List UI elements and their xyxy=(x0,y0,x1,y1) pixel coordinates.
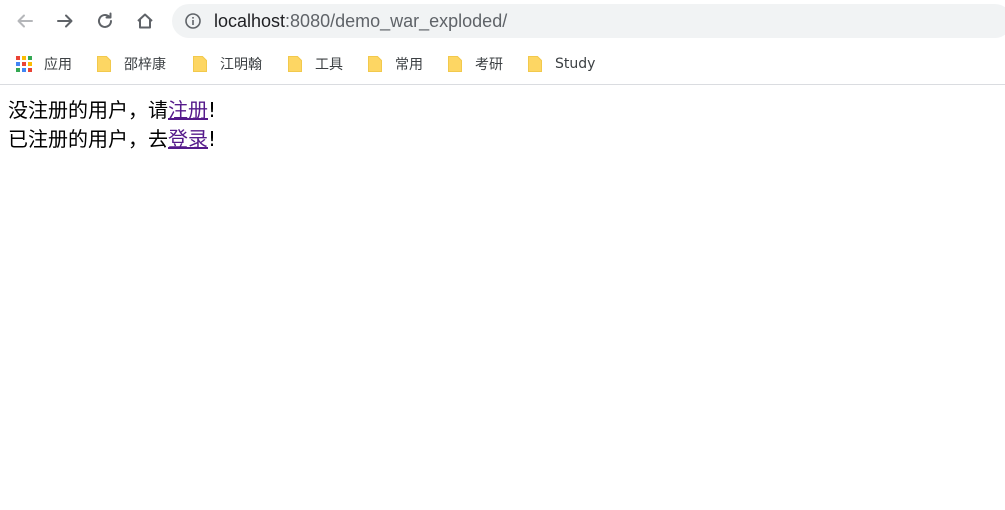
bookmark-folder-5[interactable]: 考研 xyxy=(447,52,503,76)
url-host: localhost xyxy=(214,11,286,31)
home-icon xyxy=(135,11,155,31)
bookmark-folder-4[interactable]: 常用 xyxy=(367,52,423,76)
arrow-left-icon xyxy=(15,11,35,31)
login-prompt-text: 已注册的用户，去 xyxy=(8,127,168,151)
back-button[interactable] xyxy=(10,6,40,36)
login-prompt: 已注册的用户，去登录! xyxy=(8,125,216,154)
url-text[interactable]: localhost:8080/demo_war_exploded/ xyxy=(214,10,507,32)
address-bar[interactable]: localhost:8080/demo_war_exploded/ xyxy=(172,4,1005,38)
login-link[interactable]: 登录 xyxy=(168,127,208,151)
bookmark-label: 江明翰 xyxy=(220,57,262,73)
folder-icon xyxy=(527,55,543,73)
arrow-right-icon xyxy=(55,11,75,31)
reload-button[interactable] xyxy=(90,6,120,36)
register-prompt: 没注册的用户，请注册! xyxy=(8,96,216,125)
register-prompt-suffix: ! xyxy=(208,98,217,122)
bookmark-apps[interactable]: 应用 xyxy=(16,52,72,76)
folder-icon xyxy=(367,55,383,73)
folder-icon xyxy=(287,55,303,73)
bookmark-folder-3[interactable]: 工具 xyxy=(287,52,343,76)
browser-toolbar: localhost:8080/demo_war_exploded/ xyxy=(0,0,1005,44)
bookmark-label: 邵梓康 xyxy=(124,57,166,73)
folder-icon xyxy=(192,55,208,73)
folder-icon xyxy=(447,55,463,73)
bookmark-label: 工具 xyxy=(315,57,343,73)
register-link[interactable]: 注册 xyxy=(168,98,208,122)
bookmark-label: 常用 xyxy=(395,57,423,73)
apps-grid-icon xyxy=(16,56,32,72)
bookmark-label: 考研 xyxy=(475,57,503,73)
url-path: :8080/demo_war_exploded/ xyxy=(285,11,508,31)
folder-icon xyxy=(96,55,112,73)
info-icon[interactable] xyxy=(184,12,202,30)
forward-button[interactable] xyxy=(50,6,80,36)
bookmark-folder-1[interactable]: 邵梓康 xyxy=(96,52,166,76)
bookmark-folder-2[interactable]: 江明翰 xyxy=(192,52,262,76)
bookmarks-bar: 应用 邵梓康 江明翰 工具 常用 考研 Study xyxy=(0,44,1005,85)
page-content: 没注册的用户，请注册! 已注册的用户，去登录! xyxy=(8,96,216,154)
bookmark-folder-6[interactable]: Study xyxy=(527,52,595,76)
register-prompt-text: 没注册的用户，请 xyxy=(8,98,168,122)
bookmark-label: 应用 xyxy=(44,57,72,73)
bookmark-label: Study xyxy=(555,56,596,72)
reload-icon xyxy=(95,11,115,31)
login-prompt-suffix: ! xyxy=(208,127,217,151)
home-button[interactable] xyxy=(130,6,160,36)
